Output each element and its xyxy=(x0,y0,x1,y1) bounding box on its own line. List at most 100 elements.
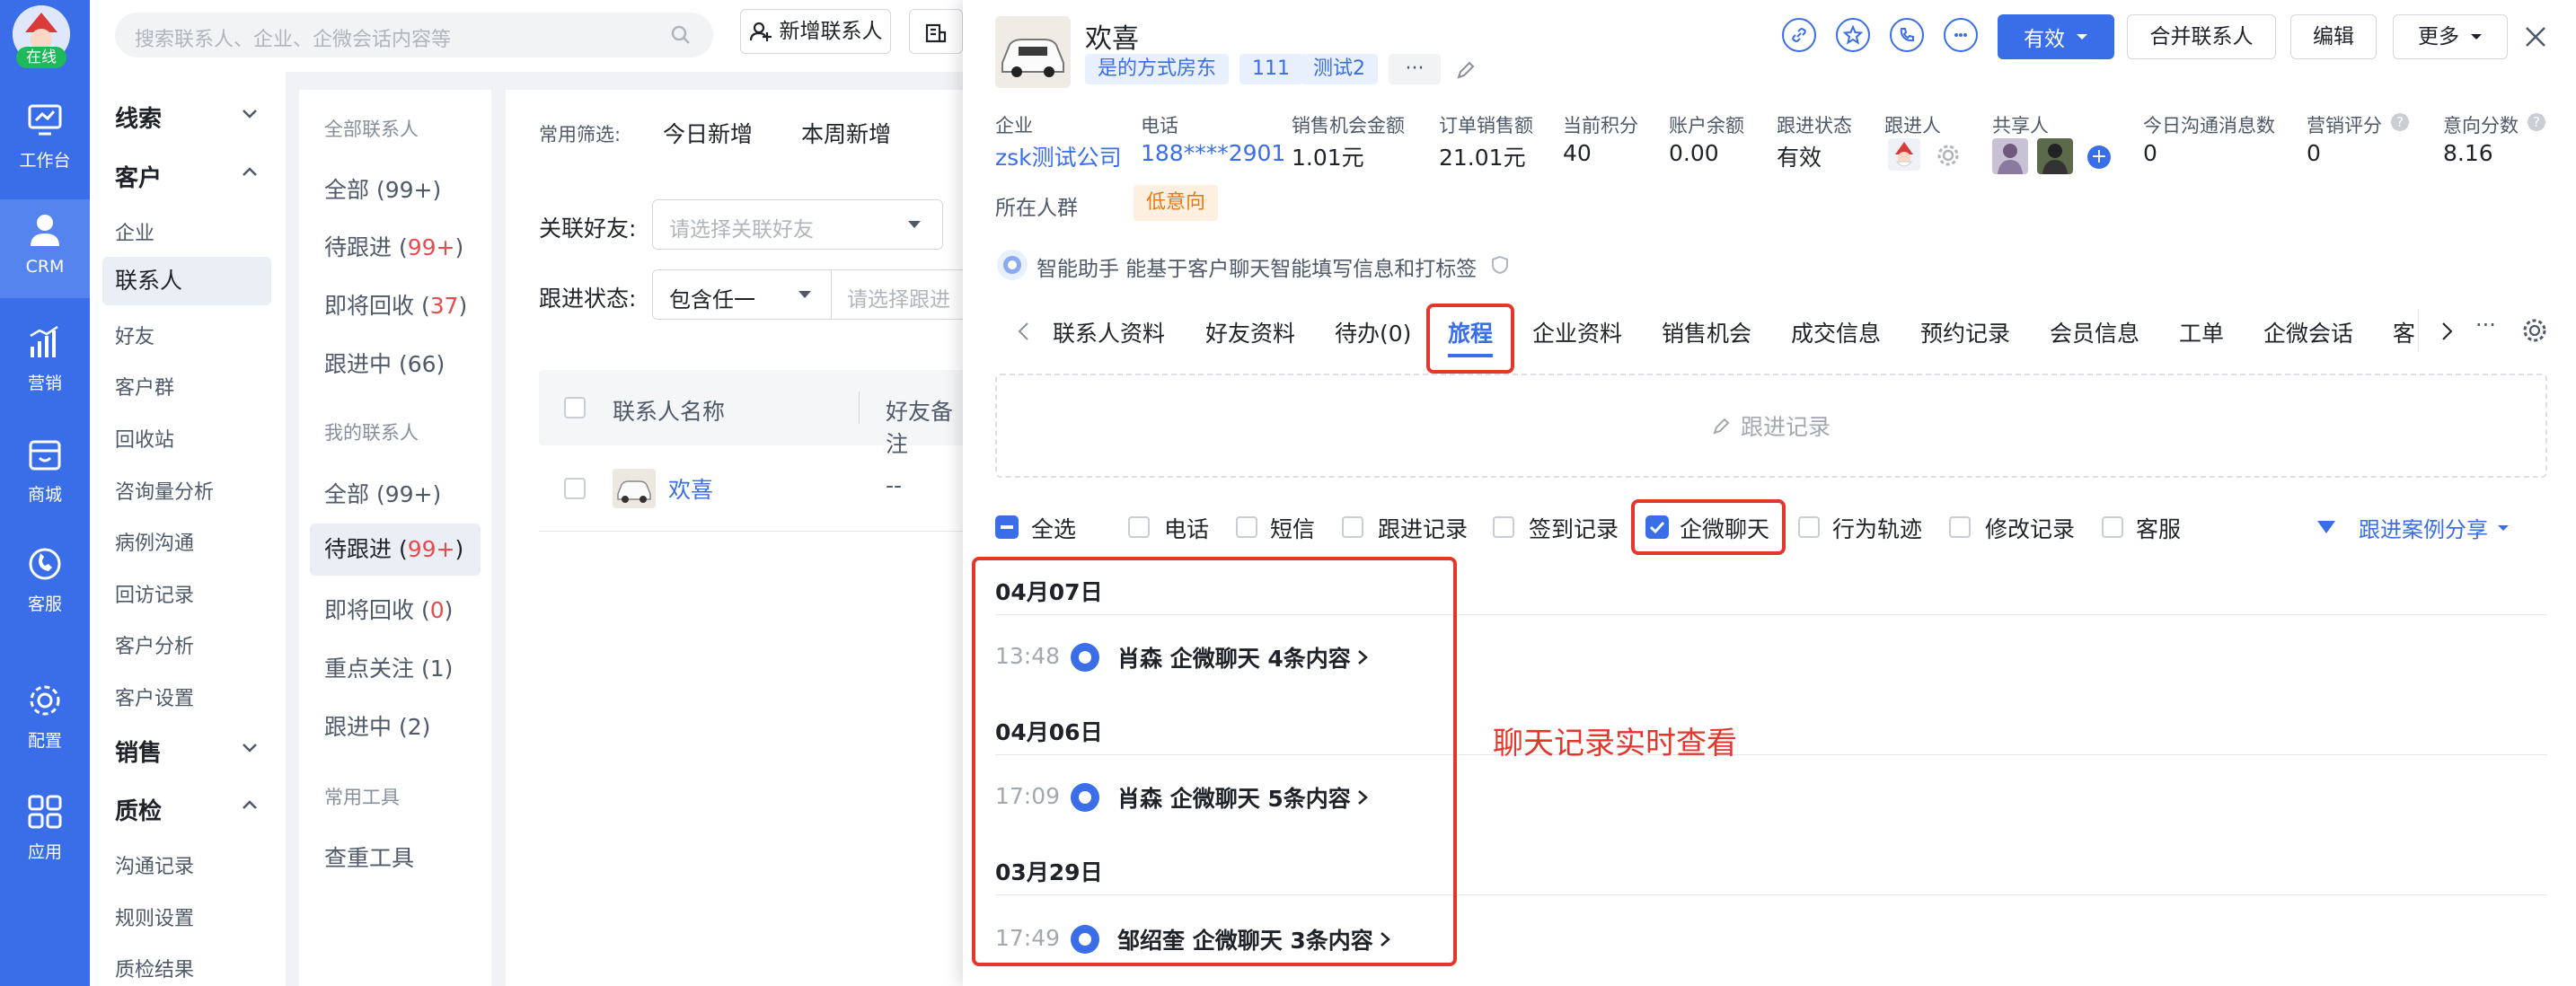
edit-button[interactable]: 编辑 xyxy=(2290,14,2377,59)
filter-checkbox-checkin[interactable] xyxy=(1493,516,1514,538)
row-checkbox[interactable] xyxy=(564,478,586,499)
group-all[interactable]: 全部 (99+) xyxy=(324,172,441,205)
my-group-starred[interactable]: 重点关注 (1) xyxy=(324,651,453,683)
message-button[interactable] xyxy=(1944,18,1978,52)
my-group-all[interactable]: 全部 (99+) xyxy=(324,477,441,509)
add-follow-record-button[interactable]: 跟进记录 xyxy=(995,374,2547,478)
follower-avatar[interactable] xyxy=(1888,138,1920,171)
nav-item-qc-results[interactable]: 质检结果 xyxy=(115,954,194,982)
tab-enterprise-info[interactable]: 企业资料 xyxy=(1532,316,1622,348)
contact-name-link[interactable]: 欢喜 xyxy=(668,472,713,505)
help-icon[interactable]: ? xyxy=(2527,113,2545,131)
nav-item-customer-groups[interactable]: 客户群 xyxy=(115,372,174,401)
rail-apps[interactable]: 应用 xyxy=(0,792,90,882)
nav-group-leads[interactable]: 线索 xyxy=(115,101,162,134)
nav-item-friends[interactable]: 好友 xyxy=(115,321,154,349)
tag-chip[interactable]: 是的方式房东 xyxy=(1085,54,1230,84)
close-icon[interactable] xyxy=(2524,25,2547,48)
caret-down-icon xyxy=(908,221,921,228)
nav-item-revisit[interactable]: 回访记录 xyxy=(115,579,194,608)
settings-gear-icon[interactable] xyxy=(1936,144,1960,167)
tab-next-icon[interactable] xyxy=(2438,320,2456,343)
more-button[interactable]: 更多 xyxy=(2393,14,2508,59)
filter-checkbox-sms[interactable] xyxy=(1236,516,1257,538)
tab-sales-opportunity[interactable]: 销售机会 xyxy=(1662,316,1751,348)
tag-chip[interactable]: 111 xyxy=(1239,54,1302,84)
tab-prev-icon[interactable] xyxy=(1015,320,1033,343)
status-value-select[interactable]: 请选择跟进 xyxy=(831,269,975,320)
group-recycling[interactable]: 即将回收 (37) xyxy=(324,288,467,321)
nav-item-contacts[interactable]: 联系人 xyxy=(102,257,271,305)
rail-settings[interactable]: 配置 xyxy=(0,681,90,770)
tab-deal-info[interactable]: 成交信息 xyxy=(1791,316,1881,348)
chevron-down-icon[interactable] xyxy=(241,738,259,756)
filter-checkbox-service[interactable] xyxy=(2102,516,2123,538)
tab-work-order[interactable]: 工单 xyxy=(2179,316,2224,348)
filter-today-new[interactable]: 今日新增 xyxy=(663,117,753,149)
add-contact-button[interactable]: 新增联系人 xyxy=(740,9,891,54)
rail-service[interactable]: 客服 xyxy=(0,544,90,634)
call-button[interactable] xyxy=(1890,18,1924,52)
crowd-tag[interactable]: 低意向 xyxy=(1134,185,1219,221)
my-group-pending[interactable]: 待跟进 (99+) xyxy=(310,524,481,576)
sharer-avatar[interactable] xyxy=(1992,138,2028,174)
star-button[interactable] xyxy=(1836,18,1870,52)
tab-membership[interactable]: 会员信息 xyxy=(2050,316,2139,348)
chevron-up-icon[interactable] xyxy=(241,797,259,814)
tab-todo[interactable]: 待办(0) xyxy=(1335,316,1411,348)
field-enterprise-link[interactable]: zsk测试公司 xyxy=(995,140,1122,172)
chevron-up-icon[interactable] xyxy=(241,163,259,181)
add-sharer-icon[interactable]: + xyxy=(2087,145,2111,169)
tab-friend-info[interactable]: 好友资料 xyxy=(1205,316,1295,348)
nav-group-customers[interactable]: 客户 xyxy=(115,160,162,193)
rail-crm[interactable]: CRM xyxy=(0,199,90,298)
select-all-checkbox[interactable] xyxy=(995,515,1019,539)
help-icon[interactable]: ? xyxy=(2391,113,2409,131)
merge-contact-button[interactable]: 合并联系人 xyxy=(2127,14,2276,59)
filter-checkbox-modify[interactable] xyxy=(1949,516,1971,538)
sharer-avatar[interactable] xyxy=(2037,138,2073,174)
tab-wecom-sessions[interactable]: 企微会话 xyxy=(2263,316,2353,348)
case-share-dropdown[interactable]: 跟进案例分享 xyxy=(2359,512,2510,543)
my-group-following[interactable]: 跟进中 (2) xyxy=(324,709,430,742)
status-dropdown-button[interactable]: 有效 xyxy=(1998,14,2114,59)
gear-icon[interactable] xyxy=(2522,318,2547,343)
filter-checkbox-follow[interactable] xyxy=(1342,516,1363,538)
group-pending[interactable]: 待跟进 (99+) xyxy=(324,230,463,262)
nav-item-customer-settings[interactable]: 客户设置 xyxy=(115,682,194,711)
filter-checkbox-phone[interactable] xyxy=(1128,516,1150,538)
chevron-down-icon[interactable] xyxy=(241,104,259,122)
filter-week-new[interactable]: 本周新增 xyxy=(801,117,891,149)
nav-item-case-comm[interactable]: 病例沟通 xyxy=(115,527,194,556)
group-following[interactable]: 跟进中 (66) xyxy=(324,347,445,379)
nav-item-recycle[interactable]: 回收站 xyxy=(115,424,174,453)
select-all-checkbox[interactable] xyxy=(564,397,586,418)
status-mode-select[interactable]: 包含任一 xyxy=(652,269,832,320)
filter-checkbox-behavior[interactable] xyxy=(1798,516,1820,538)
tab-customer-truncated[interactable]: 客 xyxy=(2393,316,2416,348)
tab-contact-info[interactable]: 联系人资料 xyxy=(1053,316,1165,348)
edit-pen-icon[interactable] xyxy=(1455,59,1477,81)
tab-appointments[interactable]: 预约记录 xyxy=(1920,316,2010,348)
tag-chip[interactable]: 测试2 xyxy=(1301,54,1378,84)
search-input[interactable]: 搜索联系人、企业、企微会话内容等 xyxy=(115,13,713,57)
link-button[interactable] xyxy=(1782,18,1816,52)
nav-item-rule-settings[interactable]: 规则设置 xyxy=(115,902,194,931)
add-enterprise-button[interactable] xyxy=(909,9,963,54)
nav-item-inquiry-analysis[interactable]: 咨询量分析 xyxy=(115,476,214,505)
field-phone-link[interactable]: 188****2901 xyxy=(1141,140,1285,166)
rail-marketing[interactable]: 营销 xyxy=(0,323,90,413)
dedupe-tool[interactable]: 查重工具 xyxy=(324,841,414,873)
friend-select[interactable]: 请选择关联好友 xyxy=(652,199,943,250)
more-tags-button[interactable]: ··· xyxy=(1389,54,1441,84)
my-group-recycling[interactable]: 即将回收 (0) xyxy=(324,593,453,625)
rail-workbench[interactable]: 工作台 xyxy=(0,101,90,190)
rail-mall[interactable]: 商城 xyxy=(0,435,90,524)
nav-item-comm-records[interactable]: 沟通记录 xyxy=(115,850,194,879)
nav-group-qc[interactable]: 质检 xyxy=(115,793,162,826)
tabs-more-icon[interactable]: ··· xyxy=(2475,313,2496,338)
table-row[interactable]: 欢喜 -- xyxy=(539,445,970,532)
nav-item-enterprise[interactable]: 企业 xyxy=(115,217,154,246)
nav-item-customer-analysis[interactable]: 客户分析 xyxy=(115,630,194,659)
nav-group-sales[interactable]: 销售 xyxy=(115,735,162,768)
